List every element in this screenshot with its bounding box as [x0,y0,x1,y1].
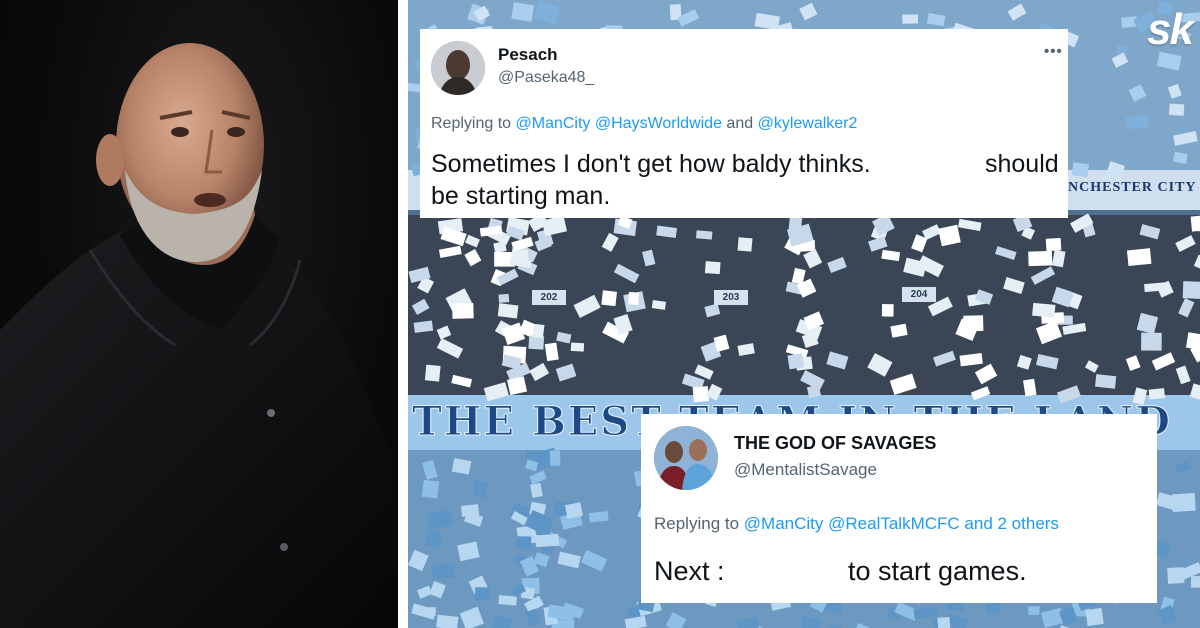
flag [497,303,519,319]
mention-link[interactable]: @HaysWorldwide [595,115,722,132]
user-handle[interactable]: @Paseka48_ [498,69,594,87]
replying-to-label: Replying to [431,115,516,132]
user-handle[interactable]: @MentalistSavage [734,460,877,480]
flag [1028,606,1040,615]
flag [628,292,639,305]
seat-number: 202 [532,290,566,305]
flag [737,237,753,252]
flag [902,14,919,24]
flag [1028,250,1053,267]
sportskeeda-logo: sk [1147,5,1194,54]
flag [424,364,441,382]
mention-link[interactable]: @ManCity [516,115,591,132]
flag [475,587,490,601]
display-name[interactable]: THE GOD OF SAVAGES [734,433,936,454]
avatar[interactable] [431,41,485,95]
flag [787,353,805,370]
flag [452,302,474,319]
flag [1171,492,1196,513]
replying-to-label: Replying to [654,514,744,533]
flag [1126,248,1152,267]
flag [570,342,585,352]
flag [1071,162,1090,178]
seat-number: 203 [714,290,748,305]
mention-link[interactable]: @ManCity [744,514,824,533]
replying-joiner: and [726,115,754,132]
flag [1045,237,1062,252]
flag [601,290,618,307]
tweet-text: be starting man. [431,182,611,210]
more-horizontal-icon[interactable]: ••• [1044,43,1063,60]
manager-photo-illustration [0,43,398,628]
flag [564,502,583,519]
tweet-card: Pesach @Paseka48_ ••• Replying to @ManCi… [420,29,1068,218]
replying-to: Replying to @ManCity @RealTalkMCFC and 2… [654,514,1059,534]
others-link[interactable]: and 2 others [964,514,1059,533]
seat-number: 204 [902,287,936,302]
flag [695,230,713,240]
mention-link[interactable]: @kylewalker2 [758,115,858,132]
flag [801,616,821,628]
flag [1141,332,1162,351]
flag [535,533,559,548]
flag [511,2,535,22]
manager-photo [0,0,398,628]
display-name[interactable]: Pesach [498,45,558,65]
mention-link[interactable]: @RealTalkMCFC [828,514,960,533]
flag [532,323,545,339]
flag [421,479,440,499]
tweet-text: should [985,150,1059,178]
flag [432,563,456,579]
flag [1168,103,1185,116]
flag [498,293,510,303]
flag [937,616,951,628]
flag [1190,215,1200,232]
flag [1085,607,1104,627]
flag [1095,374,1117,389]
stadium-sign: NCHESTER CITY [1068,180,1197,195]
flag [704,261,721,275]
tweet-text: Next : [654,556,725,586]
avatar[interactable] [654,426,718,490]
flag [588,511,609,523]
replying-to: Replying to @ManCity @HaysWorldwide and … [431,115,857,133]
flag [516,536,532,550]
flag [549,450,561,466]
flag [512,249,529,266]
tweet-card: THE GOD OF SAVAGES @MentalistSavage Repl… [641,414,1157,603]
flag [1190,575,1200,589]
flag [807,384,821,398]
flag [1032,302,1056,318]
flag [1182,281,1200,299]
tweet-text: Sometimes I don't get how baldy thinks. [431,150,871,178]
tweet-text: to start games. [848,556,1027,586]
flag [881,304,894,317]
flag [498,595,517,606]
flag [544,342,559,362]
panel-divider [398,0,408,628]
flag [436,614,459,628]
